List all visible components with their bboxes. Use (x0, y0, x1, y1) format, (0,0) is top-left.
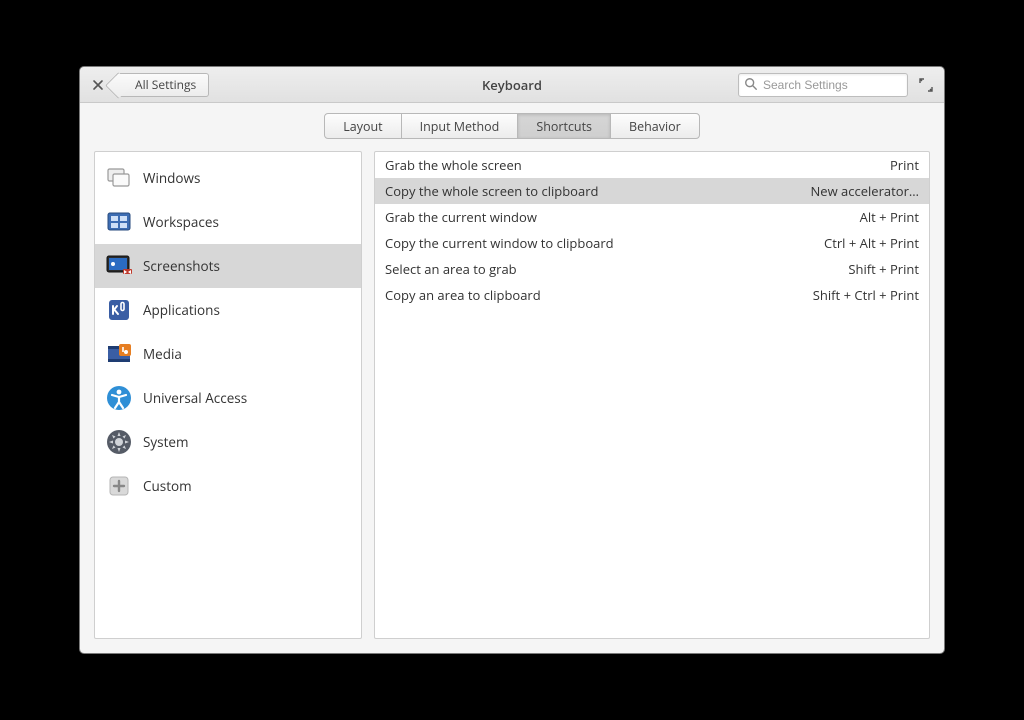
shortcut-row[interactable]: Grab the current windowAlt + Print (375, 204, 929, 230)
sidebar-item-system[interactable]: System (95, 420, 361, 464)
shortcut-accelerator: Print (890, 156, 919, 174)
custom-icon (105, 472, 133, 500)
shortcut-row[interactable]: Grab the whole screenPrint (375, 152, 929, 178)
sidebar-item-workspaces[interactable]: Workspaces (95, 200, 361, 244)
sidebar-item-label: Screenshots (143, 257, 220, 275)
shortcut-accelerator: Ctrl + Alt + Print (824, 234, 919, 252)
sidebar-item-label: Media (143, 345, 182, 363)
settings-window: All Settings Keyboard Layout Input Method… (79, 66, 945, 654)
shortcut-row[interactable]: Copy an area to clipboardShift + Ctrl + … (375, 282, 929, 308)
sidebar-item-label: Applications (143, 301, 220, 319)
shortcut-accelerator: Alt + Print (860, 208, 919, 226)
category-sidebar: Windows Workspaces Screenshots Applications… (94, 151, 362, 639)
shortcut-accelerator: New accelerator… (810, 182, 919, 200)
tab-label: Behavior (629, 118, 681, 135)
sidebar-item-applications[interactable]: Applications (95, 288, 361, 332)
sidebar-item-media[interactable]: Media (95, 332, 361, 376)
tab-shortcuts[interactable]: Shortcuts (517, 113, 611, 139)
screenshots-icon (105, 252, 133, 280)
windows-icon (105, 164, 133, 192)
shortcut-accelerator: Shift + Print (848, 260, 919, 278)
universal-access-icon (105, 384, 133, 412)
workspaces-icon (105, 208, 133, 236)
sidebar-item-screenshots[interactable]: Screenshots (95, 244, 361, 288)
sidebar-item-windows[interactable]: Windows (95, 156, 361, 200)
applications-icon (105, 296, 133, 324)
shortcut-label: Copy an area to clipboard (385, 286, 813, 304)
tab-layout[interactable]: Layout (324, 113, 401, 139)
headerbar: All Settings Keyboard (80, 67, 944, 103)
maximize-button[interactable] (914, 73, 938, 97)
tab-label: Layout (343, 118, 382, 135)
sidebar-item-label: Windows (143, 169, 200, 187)
sidebar-item-universal-access[interactable]: Universal Access (95, 376, 361, 420)
tabstrip: Layout Input Method Shortcuts Behavior (80, 103, 944, 151)
shortcut-row[interactable]: Select an area to grabShift + Print (375, 256, 929, 282)
shortcut-label: Copy the whole screen to clipboard (385, 182, 810, 200)
shortcut-accelerator: Shift + Ctrl + Print (813, 286, 919, 304)
shortcut-label: Copy the current window to clipboard (385, 234, 824, 252)
tab-behavior[interactable]: Behavior (610, 113, 700, 139)
media-icon (105, 340, 133, 368)
sidebar-item-label: Custom (143, 477, 192, 495)
shortcut-label: Grab the whole screen (385, 156, 890, 174)
sidebar-item-label: Workspaces (143, 213, 219, 231)
search-icon (744, 77, 758, 95)
shortcut-list: Grab the whole screenPrintCopy the whole… (374, 151, 930, 639)
sidebar-item-label: Universal Access (143, 389, 247, 407)
sidebar-item-label: System (143, 433, 189, 451)
shortcut-row[interactable]: Copy the current window to clipboardCtrl… (375, 230, 929, 256)
close-icon (92, 79, 104, 91)
sidebar-item-custom[interactable]: Custom (95, 464, 361, 508)
shortcut-label: Grab the current window (385, 208, 860, 226)
system-icon (105, 428, 133, 456)
shortcut-row[interactable]: Copy the whole screen to clipboardNew ac… (375, 178, 929, 204)
tab-label: Input Method (420, 118, 500, 135)
search-field-wrap (738, 73, 908, 97)
shortcut-label: Select an area to grab (385, 260, 848, 278)
body: Windows Workspaces Screenshots Applications… (80, 151, 944, 653)
tab-label: Shortcuts (536, 118, 592, 135)
maximize-icon (919, 78, 933, 92)
back-label: All Settings (135, 76, 196, 93)
search-input[interactable] (738, 73, 908, 97)
back-all-settings-button[interactable]: All Settings (116, 73, 209, 97)
tab-input-method[interactable]: Input Method (401, 113, 519, 139)
